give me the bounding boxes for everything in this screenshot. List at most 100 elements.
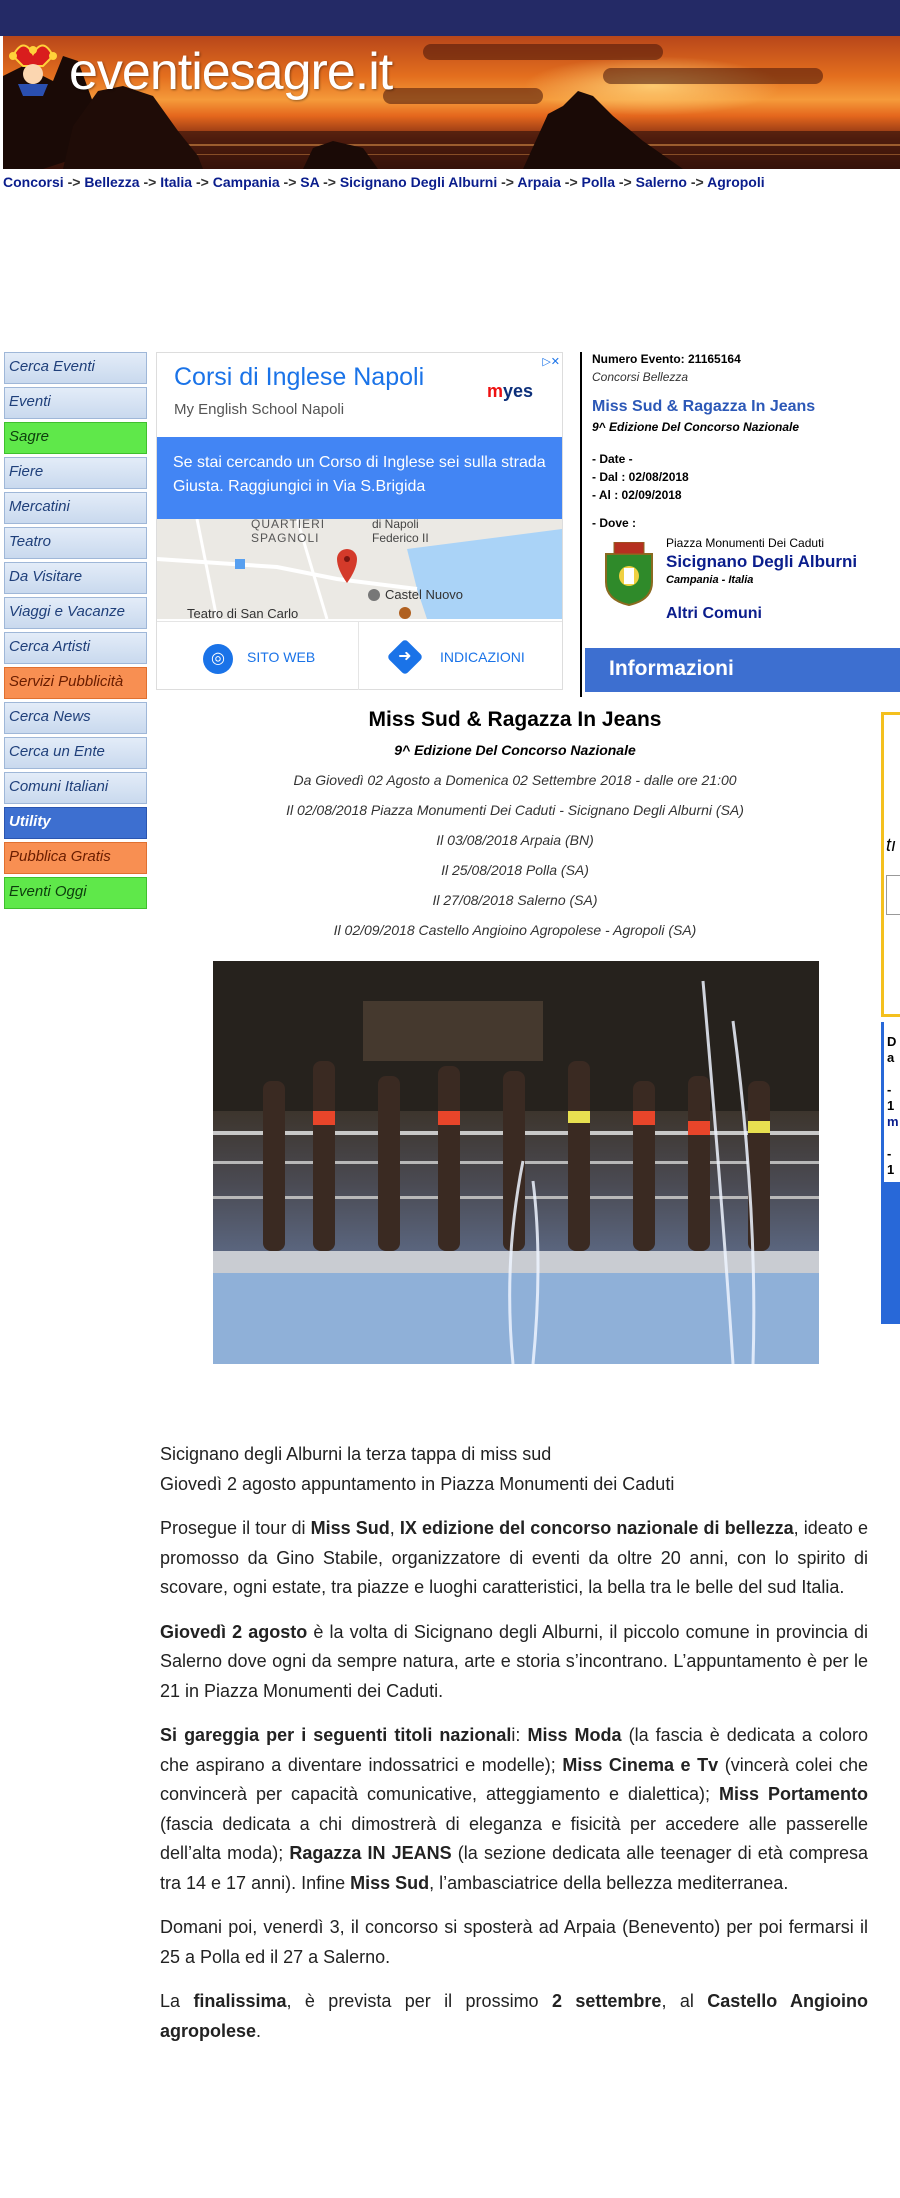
advertisement[interactable]: ▷✕ Corsi di Inglese Napoli My English Sc… — [156, 352, 563, 690]
sidebar-menu: Cerca Eventi Eventi Sagre Fiere Mercatini Tea… — [4, 352, 147, 912]
breadcrumb-separator: -> — [501, 174, 514, 190]
sidebar-item[interactable]: Eventi — [4, 387, 147, 419]
article-paragraph: Prosegue il tour di Miss Sud, IX edizion… — [160, 1514, 868, 1603]
breadcrumb-link[interactable]: Salerno — [636, 174, 687, 190]
sidebar-item[interactable]: Servizi Pubblicità — [4, 667, 147, 699]
event-region: Campania - Italia — [666, 574, 754, 586]
breadcrumb-link[interactable]: Campania — [213, 174, 280, 190]
breadcrumb-link[interactable]: Italia — [160, 174, 192, 190]
breadcrumb-link[interactable]: Arpaia — [517, 174, 561, 190]
event-photo[interactable] — [213, 961, 819, 1364]
sidebar-item[interactable]: Cerca Artisti — [4, 632, 147, 664]
sidebar-item[interactable]: Teatro — [4, 527, 147, 559]
event-title-link[interactable]: Miss Sud & Ragazza In Jeans — [592, 398, 900, 416]
sidebar-item[interactable]: Da Visitare — [4, 562, 147, 594]
sidebar-item[interactable]: Cerca News — [4, 702, 147, 734]
date-label: - Date - — [592, 452, 633, 466]
contestants-photo-illustration — [213, 961, 819, 1364]
sidebar-item[interactable]: Cerca Eventi — [4, 352, 147, 384]
sidebar-item[interactable]: Comuni Italiani — [4, 772, 147, 804]
fragment-text: Da- 1m- 1m — [887, 1034, 899, 1193]
site-logo-text[interactable]: eventiesagre.it — [69, 42, 393, 102]
event-main-subtitle: 9^ Edizione Del Concorso Nazionale — [394, 742, 636, 758]
map-label: Federico II — [372, 531, 429, 545]
date-from: - Dal : 02/08/2018 — [592, 470, 689, 484]
article-paragraph: La finalissima, è prevista per il prossi… — [160, 1987, 868, 2046]
event-schedule-line: Il 03/08/2018 Arpaia (BN) — [436, 832, 594, 848]
article-bold-text: Miss Moda — [527, 1725, 622, 1745]
article-text: Prosegue il tour di — [160, 1518, 311, 1538]
sidebar-item[interactable]: Viaggi e Vacanze — [4, 597, 147, 629]
where-label: - Dove : — [592, 516, 637, 530]
breadcrumb-link[interactable]: Concorsi — [3, 174, 64, 190]
globe-icon: ◎ — [203, 644, 233, 674]
article-intro: Sicignano degli Alburni la terza tappa d… — [160, 1440, 868, 1499]
map-label: Teatro di San Carlo — [187, 606, 299, 619]
breadcrumb-separator: -> — [323, 174, 336, 190]
map-label: SPAGNOLI — [251, 531, 320, 545]
ad-brand-logo: mmesyes — [487, 381, 534, 401]
article-bold-text: finalissima — [193, 1991, 287, 2011]
event-schedule-line: Il 02/09/2018 Castello Angioino Agropole… — [333, 922, 697, 938]
ad-title[interactable]: Corsi di Inglese Napoli — [174, 363, 424, 392]
article-bold-text: Miss Sud — [350, 1872, 430, 1893]
event-place: Piazza Monumenti Dei Caduti — [666, 536, 825, 550]
fragment-box — [886, 875, 900, 915]
town-crest-icon — [605, 542, 653, 606]
article-bold-text: Miss Cinema e Tv — [562, 1754, 719, 1775]
article-bold-text: IX edizione del concorso nazionale di be… — [399, 1518, 794, 1538]
breadcrumb-separator: -> — [618, 174, 632, 190]
right-ad-fragment[interactable]: tı — [881, 712, 900, 1017]
event-town-link[interactable]: Sicignano Degli Alburni — [666, 552, 857, 572]
date-to: - Al : 02/09/2018 — [592, 488, 682, 502]
site-banner[interactable]: eventiesagre.it — [3, 36, 900, 169]
sidebar-item[interactable]: Cerca un Ente — [4, 737, 147, 769]
ad-text[interactable]: Se stai cercando un Corso di Inglese sei… — [157, 437, 562, 519]
ad-map[interactable]: QUARTIERI SPAGNOLI di Napoli Federico II… — [157, 519, 562, 619]
ad-choices-icon[interactable]: ▷✕ — [542, 355, 560, 368]
article-paragraph: Si gareggia per i seguenti titoli nazion… — [160, 1721, 868, 1898]
event-info-panel: Numero Evento: 21165164 Concorsi Bellezz… — [592, 352, 900, 622]
ad-subtitle: My English School Napoli — [174, 401, 345, 418]
sidebar-item[interactable]: Sagre — [4, 422, 147, 454]
sidebar-item[interactable]: Utility — [4, 807, 147, 839]
information-tab[interactable]: Informazioni — [585, 648, 900, 692]
event-main-title: Miss Sud & Ragazza In Jeans — [368, 708, 662, 731]
article-bold-text: Miss Portamento — [719, 1784, 869, 1804]
jester-logo-icon — [9, 44, 57, 96]
breadcrumb-link[interactable]: SA — [300, 174, 319, 190]
article-text: . — [256, 2020, 262, 2041]
article-bold-text: Miss Sud — [310, 1518, 390, 1538]
map-label: di Napoli — [372, 519, 419, 531]
event-schedule-line: Il 02/08/2018 Piazza Monumenti Dei Cadut… — [286, 802, 744, 818]
article-bold-text: Giovedì 2 agosto — [160, 1621, 308, 1642]
article-intro-line: Sicignano degli Alburni la terza tappa d… — [160, 1444, 552, 1464]
sidebar-item[interactable]: Eventi Oggi — [4, 877, 147, 909]
breadcrumb-separator: -> — [195, 174, 209, 190]
event-number: Numero Evento: 21165164 — [592, 352, 741, 366]
ad-directions-label: INDICAZIONI — [440, 649, 525, 665]
breadcrumb-link[interactable]: Bellezza — [84, 174, 139, 190]
article-paragraph: Domani poi, venerdì 3, il concorso si sp… — [160, 1913, 868, 1972]
sidebar-item[interactable]: Pubblica Gratis — [4, 842, 147, 874]
article-paragraph: Giovedì 2 agosto è la volta di Sicignano… — [160, 1618, 868, 1707]
breadcrumb-link[interactable]: Agropoli — [707, 174, 765, 190]
event-header: Miss Sud & Ragazza In Jeans 9^ Edizione … — [150, 700, 880, 938]
sidebar-item[interactable]: Mercatini — [4, 492, 147, 524]
ad-website-button[interactable]: ◎ SITO WEB — [157, 622, 359, 690]
sidebar-item[interactable]: Fiere — [4, 457, 147, 489]
map-label: QUARTIERI — [251, 519, 326, 531]
article-text: , l’ambasciatrice della bellezza mediter… — [429, 1872, 789, 1893]
map-illustration — [157, 519, 562, 619]
breadcrumb-link[interactable]: Sicignano Degli Alburni — [340, 174, 497, 190]
article-text: , — [389, 1518, 400, 1538]
breadcrumb-separator: -> — [690, 174, 704, 190]
article-bold-text: Si gareggia per i seguenti titoli nazion… — [160, 1725, 512, 1745]
fragment-blue-bar — [884, 1182, 900, 1324]
article-body: Sicignano degli Alburni la terza tappa d… — [160, 1440, 868, 2061]
map-label: Castel Nuovo — [385, 587, 464, 602]
breadcrumb-link[interactable]: Polla — [582, 174, 615, 190]
other-towns-link[interactable]: Altri Comuni — [666, 605, 762, 623]
event-category[interactable]: Concorsi Bellezza — [592, 370, 900, 384]
ad-directions-button[interactable]: ➜ INDICAZIONI — [360, 622, 562, 690]
